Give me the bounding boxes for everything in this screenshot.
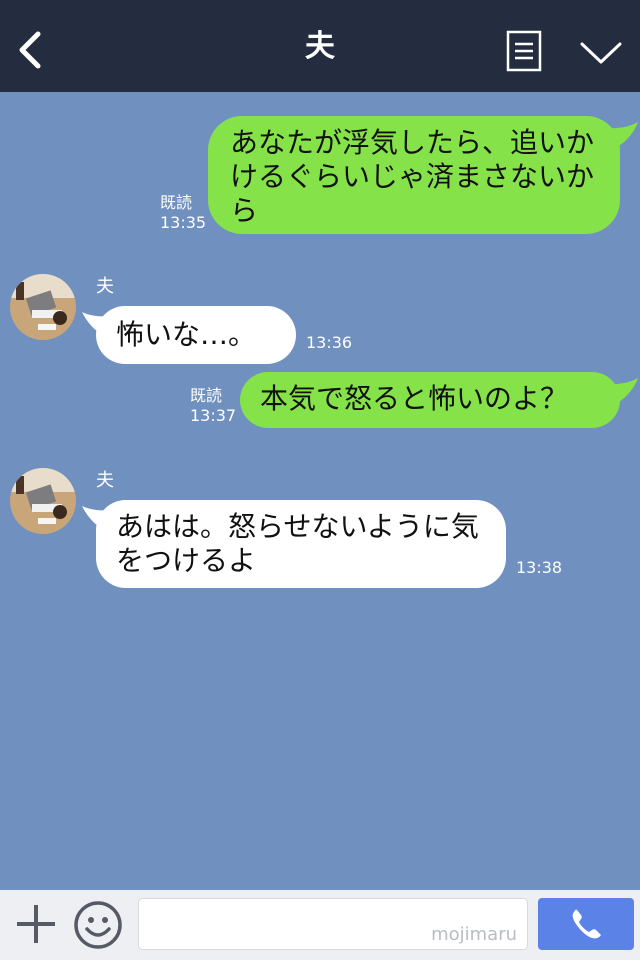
message-input[interactable]: mojimaru xyxy=(138,898,528,950)
message-meta: 既読 13:37 xyxy=(190,386,236,426)
sent-message-bubble[interactable]: あなたが浮気したら、追いかけるぐらいじゃ済まさないから xyxy=(208,116,620,234)
sent-message-bubble[interactable]: 本気で怒ると怖いのよ？ xyxy=(240,372,620,428)
chat-title: 夫 xyxy=(305,29,335,64)
sender-name: 夫 xyxy=(96,470,114,491)
phone-icon xyxy=(572,909,601,939)
received-message-bubble[interactable]: 怖いな…。 xyxy=(96,306,296,364)
message-time: 13:37 xyxy=(190,406,237,425)
smiley-icon xyxy=(74,901,122,949)
chat-area[interactable]: 既読 13:35 あなたが浮気したら、追いかけるぐらいじゃ済まさないから 夫 怖… xyxy=(0,92,640,890)
sticker-button[interactable] xyxy=(72,899,124,951)
plus-icon xyxy=(17,905,55,943)
message-time: 13:38 xyxy=(516,558,563,577)
message-time: 13:36 xyxy=(306,333,353,352)
list-icon xyxy=(506,30,542,72)
avatar[interactable] xyxy=(10,468,76,534)
chat-header: 夫 xyxy=(0,0,640,92)
menu-button[interactable] xyxy=(506,30,542,72)
call-button[interactable] xyxy=(538,898,634,950)
received-message-bubble[interactable]: あはは。怒らせないように気をつけるよ xyxy=(96,500,506,588)
watermark: mojimaru xyxy=(431,924,517,945)
sender-name: 夫 xyxy=(96,276,114,297)
chevron-down-icon xyxy=(580,42,622,64)
chevron-left-icon xyxy=(19,31,41,69)
avatar[interactable] xyxy=(10,274,76,340)
message-time: 13:35 xyxy=(160,213,207,232)
back-button[interactable] xyxy=(12,24,52,74)
add-button[interactable] xyxy=(14,902,58,946)
message-meta: 既読 13:35 xyxy=(160,193,206,233)
read-receipt: 既読 xyxy=(160,193,193,212)
read-receipt: 既読 xyxy=(190,386,223,405)
collapse-button[interactable] xyxy=(578,34,624,70)
